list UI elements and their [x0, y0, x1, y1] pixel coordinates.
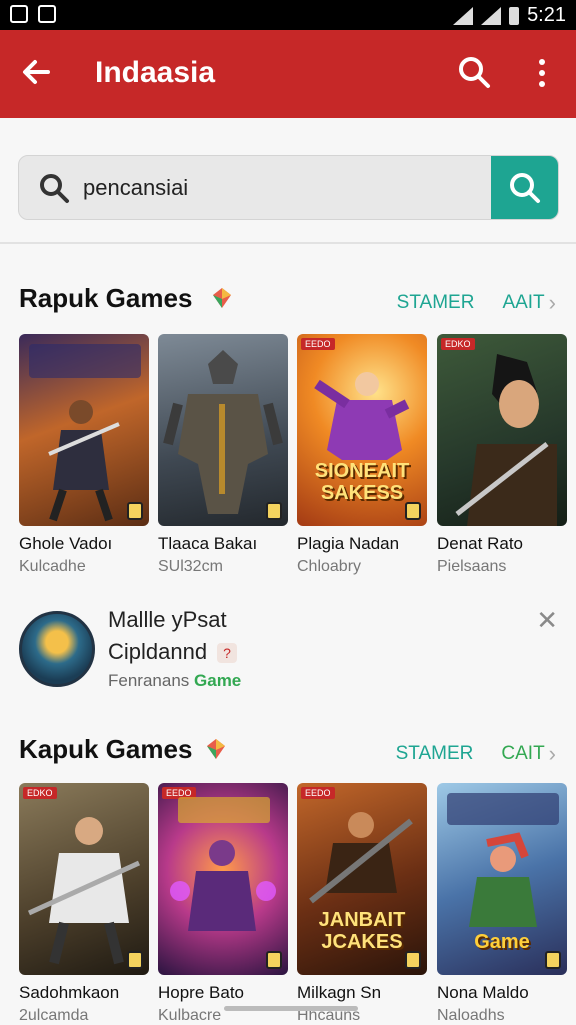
battery-icon	[509, 6, 520, 25]
game-card[interactable]: EEDO JANBAIT JCAKES Milkagn Sn Hhcauns	[297, 783, 427, 1025]
app-logo	[19, 611, 95, 687]
info-badge-icon: ?	[217, 643, 238, 664]
lock-icon	[266, 951, 282, 969]
back-arrow-icon[interactable]	[18, 54, 58, 94]
promo-category: Fenranans Game	[108, 671, 242, 690]
close-icon[interactable]: ✕	[536, 605, 558, 636]
game-publisher: Kulcadhe	[19, 558, 86, 575]
chevron-right-icon[interactable]: ›	[549, 741, 556, 767]
game-cover-image: Game	[437, 783, 567, 975]
game-name: Hopre Bato	[158, 983, 244, 1002]
lock-icon	[545, 951, 561, 969]
lock-icon	[405, 951, 421, 969]
app-title: Indaasia	[95, 56, 216, 89]
section-badge-icon	[212, 287, 232, 309]
game-publisher: Naloadhs	[437, 1007, 505, 1024]
game-name: Ghole Vadoı	[19, 534, 113, 553]
game-cover-image: EEDO JANBAIT JCAKES	[297, 783, 427, 975]
home-indicator[interactable]	[224, 1006, 358, 1011]
game-card[interactable]: Game Nona Maldo Naloadhs	[437, 783, 567, 1025]
search-submit-button[interactable]	[491, 156, 558, 219]
stamer-link[interactable]: STAMER	[396, 743, 474, 765]
game-publisher: Chloabry	[297, 558, 362, 575]
search-icon	[37, 171, 71, 205]
game-name: Plagia Nadan	[297, 534, 400, 553]
wifi-icon	[453, 6, 474, 25]
section-links: STAMER CAIT ›	[396, 741, 556, 767]
promo-title: Mallle yPsat	[108, 607, 227, 632]
game-publisher: SUl32cm	[158, 558, 223, 575]
lock-icon	[127, 502, 143, 520]
app-bar: Indaasia	[0, 30, 576, 118]
game-card[interactable]: Tlaaca Bakaı SUl32cm	[158, 334, 288, 576]
game-publisher: Pielsaans	[437, 558, 507, 575]
signal-icon	[481, 6, 502, 25]
more-options-icon[interactable]	[530, 54, 554, 94]
game-cover-title: Game	[474, 931, 530, 953]
game-card[interactable]: EEDO SIONEAIT SAKESS Plagia Nadan Chloab…	[297, 334, 427, 576]
game-cover-image: EEDO SIONEAIT SAKESS	[297, 334, 427, 526]
game-cover-image	[19, 334, 149, 526]
chevron-right-icon[interactable]: ›	[549, 290, 556, 316]
status-bar: 5:21	[0, 0, 576, 30]
notification-icon	[10, 5, 28, 23]
game-cover-image: EDKO	[437, 334, 567, 526]
game-card[interactable]: EDKO Denat Rato Pielsaans	[437, 334, 567, 576]
game-cover-image: EDKO	[19, 783, 149, 975]
section-links: STAMER AAIT ›	[397, 290, 556, 316]
status-time: 5:21	[527, 4, 566, 26]
game-name: Milkagn Sn	[297, 983, 382, 1002]
sim-icon	[38, 5, 56, 23]
game-cover-title: SIONEAIT SAKESS	[314, 460, 410, 504]
search-bar	[18, 155, 559, 220]
promo-subtitle: Cipldannd?	[108, 639, 238, 665]
section-title: Kapuk Games	[19, 734, 193, 764]
game-cover-image	[158, 334, 288, 526]
game-card[interactable]: EEDO Hopre Bato Kulbacre	[158, 783, 288, 1025]
game-cover-title: JANBAIT JCAKES	[318, 909, 406, 953]
search-input[interactable]	[83, 171, 483, 205]
lock-icon	[405, 502, 421, 520]
section-title: Rapuk Games	[19, 283, 193, 313]
game-card[interactable]: Ghole Vadoı Kulcadhe	[19, 334, 149, 576]
game-publisher: 2ulcamda	[19, 1007, 89, 1024]
lock-icon	[266, 502, 282, 520]
game-card[interactable]: EDKO Sadohmkaon 2ulcamda	[19, 783, 149, 1025]
section-badge-icon	[206, 738, 226, 760]
promo-app-row[interactable]: Mallle yPsat Cipldannd? Fenranans Game ✕	[0, 595, 576, 705]
search-icon[interactable]	[456, 54, 496, 94]
game-cover-image: EEDO	[158, 783, 288, 975]
game-name: Denat Rato	[437, 534, 523, 553]
game-name: Tlaaca Bakaı	[158, 534, 258, 553]
game-name: Nona Maldo	[437, 983, 529, 1002]
stamer-link[interactable]: STAMER	[397, 292, 475, 314]
lock-icon	[127, 951, 143, 969]
game-name: Sadohmkaon	[19, 983, 120, 1002]
see-all-link[interactable]: AAIT	[502, 292, 544, 314]
see-all-link[interactable]: CAIT	[501, 743, 544, 765]
divider	[0, 242, 576, 244]
